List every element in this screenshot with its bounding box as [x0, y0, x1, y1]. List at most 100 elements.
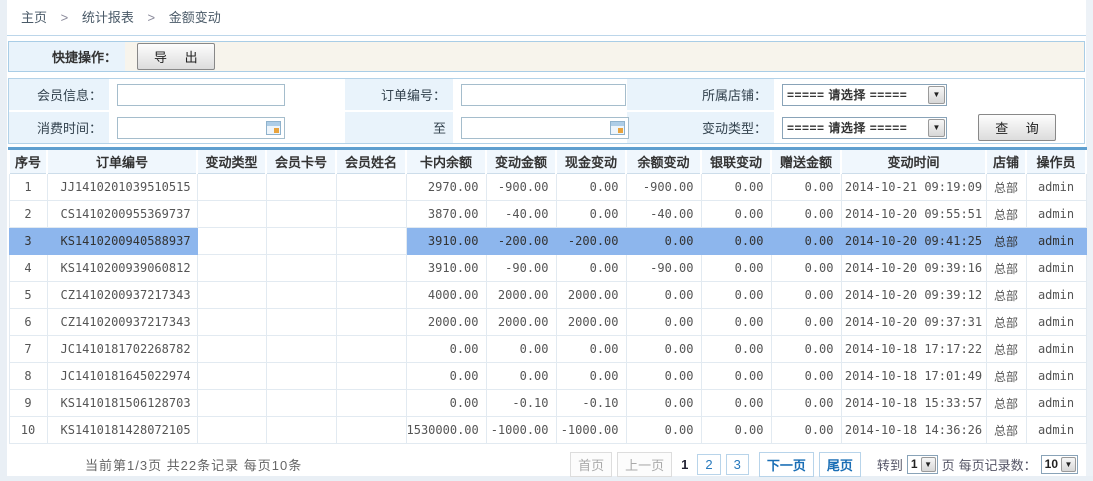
calendar-icon[interactable] — [610, 121, 625, 135]
table-cell: KS1410181428072105 — [47, 417, 197, 444]
table-row[interactable]: 3KS14102009405889373910.00-200.00-200.00… — [9, 228, 1086, 255]
table-row[interactable]: 5CZ14102009372173434000.002000.002000.00… — [9, 282, 1086, 309]
last-page-button[interactable]: 尾页 — [819, 452, 861, 477]
column-header: 变动金额 — [486, 149, 556, 174]
table-cell — [336, 363, 406, 390]
consume-time-label: 消费时间： — [9, 112, 109, 143]
table-cell: 0.00 — [556, 363, 626, 390]
table-cell: 2000.00 — [556, 282, 626, 309]
order-no-input[interactable] — [461, 84, 626, 106]
table-cell: 0.00 — [406, 390, 486, 417]
column-header: 操作员 — [1026, 149, 1086, 174]
goto-page-value: 1 — [908, 457, 921, 471]
table-cell — [197, 228, 266, 255]
change-type-select[interactable]: ===== 请选择 ===== ▼ — [782, 117, 947, 139]
table-cell — [266, 417, 336, 444]
table-cell: 总部 — [986, 228, 1026, 255]
calendar-icon[interactable] — [266, 121, 281, 135]
table-cell: 0.00 — [406, 336, 486, 363]
table-cell: 0.00 — [701, 336, 771, 363]
table-cell — [197, 201, 266, 228]
table-cell: admin — [1026, 390, 1086, 417]
table-cell: 3910.00 — [406, 228, 486, 255]
table-cell: 0.00 — [406, 363, 486, 390]
table-cell: 0.00 — [771, 228, 841, 255]
table-cell: -900.00 — [486, 174, 556, 201]
order-no-label: 订单编号： — [345, 79, 453, 110]
table-cell: 2014-10-18 17:01:49 — [841, 363, 986, 390]
table-cell — [336, 201, 406, 228]
table-cell: 2970.00 — [406, 174, 486, 201]
table-cell: 0.00 — [626, 390, 701, 417]
table-row[interactable]: 2CS14102009553697373870.00-40.000.00-40.… — [9, 201, 1086, 228]
table-cell: 0.00 — [701, 390, 771, 417]
table-row[interactable]: 1JJ14102010395105152970.00-900.000.00-90… — [9, 174, 1086, 201]
table-cell: 0.00 — [626, 363, 701, 390]
table-row[interactable]: 9KS14101815061287030.00-0.10-0.100.000.0… — [9, 390, 1086, 417]
page-size-select[interactable]: 10 ▼ — [1041, 455, 1078, 474]
breadcrumb-current: 金额变动 — [169, 10, 221, 25]
table-cell: 8 — [9, 363, 47, 390]
breadcrumb-home[interactable]: 主页 — [21, 10, 47, 25]
date-from-input[interactable] — [117, 117, 285, 139]
table-cell: -90.00 — [626, 255, 701, 282]
member-info-input[interactable] — [117, 84, 285, 106]
table-cell: 2014-10-18 15:33:57 — [841, 390, 986, 417]
table-cell: -40.00 — [626, 201, 701, 228]
table-cell: JC1410181645022974 — [47, 363, 197, 390]
first-page-button[interactable]: 首页 — [570, 452, 612, 477]
table-cell: 2014-10-20 09:37:31 — [841, 309, 986, 336]
page-number-button[interactable]: 3 — [726, 454, 749, 475]
table-cell: -900.00 — [626, 174, 701, 201]
table-cell: 0.00 — [626, 282, 701, 309]
store-select[interactable]: ===== 请选择 ===== ▼ — [782, 84, 947, 106]
table-cell — [266, 390, 336, 417]
export-button[interactable]: 导 出 — [137, 43, 215, 70]
table-cell: 0.00 — [556, 174, 626, 201]
table-cell: admin — [1026, 201, 1086, 228]
date-to-input[interactable] — [461, 117, 629, 139]
table-row[interactable]: 7JC14101817022687820.000.000.000.000.000… — [9, 336, 1086, 363]
next-page-button[interactable]: 下一页 — [759, 452, 814, 477]
quick-actions-bar: 快捷操作： 导 出 — [8, 41, 1085, 72]
page-number-button[interactable]: 2 — [697, 454, 720, 475]
table-cell: 0.00 — [701, 363, 771, 390]
table-row[interactable]: 6CZ14102009372173432000.002000.002000.00… — [9, 309, 1086, 336]
table-cell: admin — [1026, 174, 1086, 201]
table-cell — [266, 228, 336, 255]
table-row[interactable]: 8JC14101816450229740.000.000.000.000.000… — [9, 363, 1086, 390]
prev-page-button[interactable]: 上一页 — [617, 452, 672, 477]
current-page-indicator: 1 — [677, 455, 692, 474]
breadcrumb-separator: > — [61, 10, 69, 25]
table-cell: 0.00 — [626, 417, 701, 444]
table-cell — [266, 336, 336, 363]
table-cell — [336, 255, 406, 282]
table-row[interactable]: 10KS14101814280721051530000.00-1000.00-1… — [9, 417, 1086, 444]
table-row[interactable]: 4KS14102009390608123910.00-90.000.00-90.… — [9, 255, 1086, 282]
table-cell: 2014-10-20 09:41:25 — [841, 228, 986, 255]
column-header: 序号 — [9, 149, 47, 174]
table-cell: 0.00 — [701, 255, 771, 282]
page: 主页 > 统计报表 > 金额变动 快捷操作： 导 出 会员信息： 订单编号： 所… — [0, 0, 1093, 476]
goto-suffix: 页 — [942, 455, 955, 474]
table-cell — [197, 336, 266, 363]
table-cell — [197, 417, 266, 444]
table-cell: 2000.00 — [406, 309, 486, 336]
goto-page-select[interactable]: 1 ▼ — [907, 455, 938, 474]
table-cell — [266, 282, 336, 309]
table-cell: KS1410181506128703 — [47, 390, 197, 417]
table-cell: 总部 — [986, 309, 1026, 336]
breadcrumb-reports[interactable]: 统计报表 — [82, 10, 134, 25]
search-button[interactable]: 查 询 — [978, 114, 1056, 141]
table-cell: 10 — [9, 417, 47, 444]
member-info-label: 会员信息： — [9, 79, 109, 110]
column-header: 店铺 — [986, 149, 1026, 174]
table-cell: -1000.00 — [556, 417, 626, 444]
table-cell — [336, 174, 406, 201]
table-cell: admin — [1026, 255, 1086, 282]
table-cell: 3870.00 — [406, 201, 486, 228]
chevron-down-icon: ▼ — [928, 86, 945, 104]
table-cell: 0.00 — [771, 363, 841, 390]
table-cell: 3910.00 — [406, 255, 486, 282]
table-cell: 2 — [9, 201, 47, 228]
